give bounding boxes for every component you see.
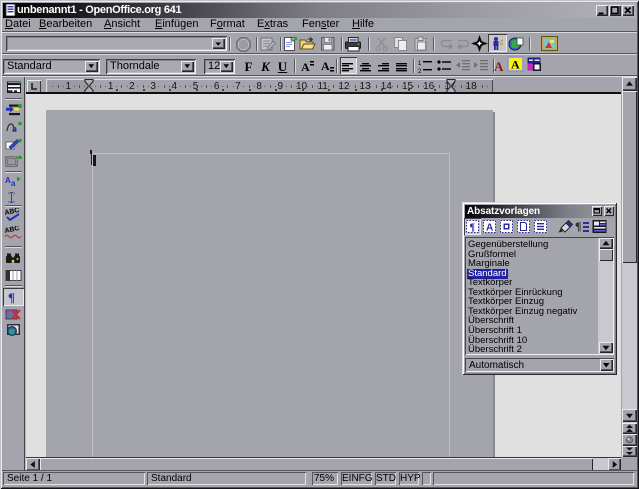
svg-text:a: a: [11, 179, 16, 188]
svg-text:A: A: [321, 59, 330, 73]
svg-text:2: 2: [418, 69, 422, 74]
svg-text:1: 1: [418, 61, 422, 67]
svg-text:¶: ¶: [8, 290, 15, 304]
svg-text:ABC: ABC: [4, 226, 20, 235]
svg-text:A: A: [494, 59, 504, 74]
svg-text:A: A: [486, 223, 493, 234]
svg-text:¶: ¶: [575, 219, 581, 233]
svg-text:a: a: [12, 124, 17, 134]
svg-text:A: A: [301, 60, 310, 74]
svg-text:A: A: [511, 58, 520, 72]
svg-text:¶: ¶: [470, 223, 475, 234]
